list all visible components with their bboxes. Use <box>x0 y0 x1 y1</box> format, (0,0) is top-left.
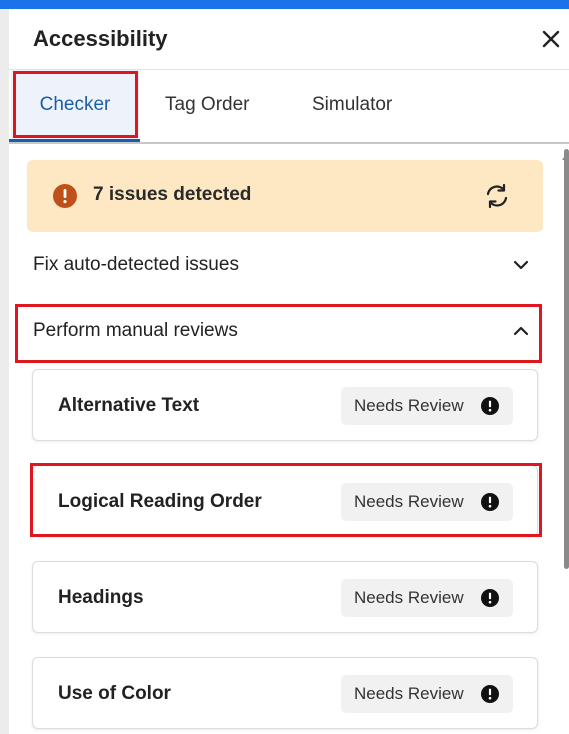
accessibility-panel: Accessibility Checker Tag Order Simulato… <box>9 9 569 734</box>
tab-bar: Checker Tag Order Simulator <box>9 70 569 144</box>
review-item-logical-reading-order[interactable]: Logical Reading Order Needs Review <box>32 465 538 537</box>
alert-icon <box>481 397 499 415</box>
status-badge: Needs Review <box>341 675 513 713</box>
active-tab-indicator <box>9 139 140 142</box>
section-auto-label: Fix auto-detected issues <box>33 254 239 275</box>
review-item-title: Logical Reading Order <box>58 491 262 512</box>
issues-banner: 7 issues detected <box>27 160 543 232</box>
status-badge-text: Needs Review <box>354 396 464 415</box>
alert-icon <box>53 184 77 208</box>
review-item-title: Alternative Text <box>58 395 200 416</box>
status-badge: Needs Review <box>341 387 513 425</box>
tab-tag-order[interactable]: Tag Order <box>165 70 249 140</box>
close-icon[interactable] <box>539 27 563 51</box>
refresh-icon[interactable] <box>482 181 512 211</box>
review-item-use-of-color[interactable]: Use of Color Needs Review <box>32 657 538 729</box>
section-auto-detected[interactable]: Fix auto-detected issues <box>9 237 569 293</box>
alert-icon <box>481 493 499 511</box>
alert-icon <box>481 589 499 607</box>
review-item-alternative-text[interactable]: Alternative Text Needs Review <box>32 369 538 441</box>
review-item-title: Headings <box>58 587 144 608</box>
review-item-title: Use of Color <box>58 683 171 704</box>
chevron-down-icon <box>513 260 529 270</box>
top-accent-bar <box>0 0 569 9</box>
scrollbar-thumb[interactable] <box>564 149 569 569</box>
status-badge-text: Needs Review <box>354 684 464 703</box>
status-badge: Needs Review <box>341 579 513 617</box>
section-manual-label: Perform manual reviews <box>33 320 238 341</box>
tab-simulator[interactable]: Simulator <box>312 70 392 140</box>
tab-checker[interactable]: Checker <box>11 70 139 140</box>
alert-icon <box>481 685 499 703</box>
panel-header: Accessibility <box>9 9 569 70</box>
section-manual-reviews[interactable]: Perform manual reviews <box>9 303 569 359</box>
status-badge: Needs Review <box>341 483 513 521</box>
chevron-up-icon <box>513 326 529 336</box>
status-badge-text: Needs Review <box>354 492 464 511</box>
issues-count-text: 7 issues detected <box>93 184 252 205</box>
panel-title: Accessibility <box>33 26 168 51</box>
review-item-headings[interactable]: Headings Needs Review <box>32 561 538 633</box>
left-gutter <box>0 9 9 734</box>
status-badge-text: Needs Review <box>354 588 464 607</box>
